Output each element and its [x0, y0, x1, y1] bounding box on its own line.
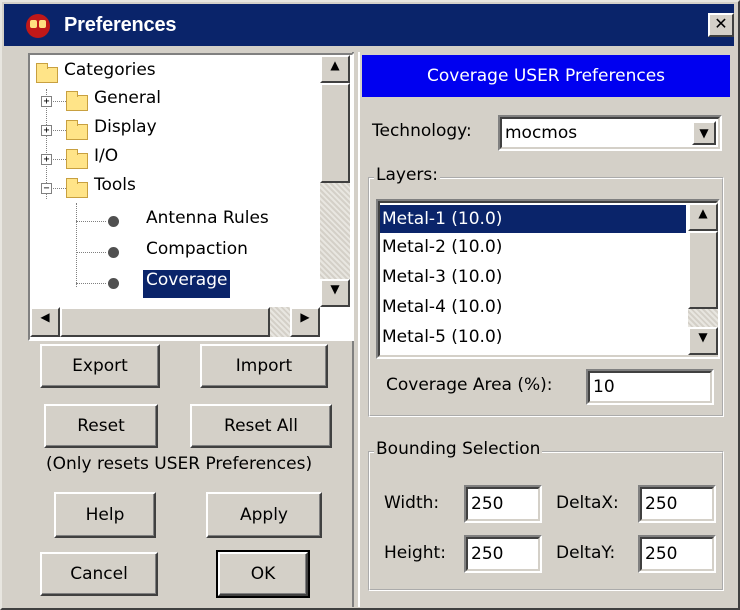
width-input[interactable]: 250 — [466, 487, 540, 521]
tree-item-antenna-rules[interactable]: Antenna Rules — [146, 208, 269, 236]
folder-icon — [66, 120, 88, 140]
close-icon: ✕ — [714, 14, 728, 33]
reset-note: (Only resets USER Preferences) — [46, 454, 313, 474]
coverage-area-field[interactable]: 10 — [586, 369, 714, 405]
help-button[interactable]: Help — [54, 492, 156, 538]
leaf-dot-icon — [108, 247, 119, 258]
height-label: Height: — [384, 543, 446, 563]
scroll-thumb[interactable] — [688, 231, 718, 309]
chevron-down-icon: ▼ — [699, 126, 709, 140]
tree-item-display[interactable]: Display — [94, 117, 157, 145]
tree-item-general[interactable]: General — [94, 88, 161, 116]
ok-button[interactable]: OK — [216, 550, 310, 598]
tree-connector — [76, 203, 77, 287]
deltax-field[interactable]: 250 — [638, 485, 716, 523]
leaf-dot-icon — [108, 216, 119, 227]
technology-label: Technology: — [372, 121, 472, 141]
folder-icon — [66, 178, 88, 198]
apply-button[interactable]: Apply — [206, 492, 322, 538]
scroll-right-button[interactable]: ▶ — [290, 307, 320, 337]
tree-item-io[interactable]: I/O — [94, 146, 118, 174]
tree-connector — [76, 252, 106, 253]
tree-connector — [76, 221, 106, 222]
layers-list-frame: Metal-1 (10.0) Metal-2 (10.0) Metal-3 (1… — [376, 199, 720, 359]
tree-connector — [76, 283, 106, 284]
import-button[interactable]: Import — [200, 344, 328, 388]
export-button[interactable]: Export — [40, 344, 160, 388]
layer-item[interactable]: Metal-5 (10.0) — [380, 323, 502, 351]
deltay-input[interactable]: 250 — [640, 537, 714, 571]
expand-icon[interactable]: + — [41, 125, 52, 136]
scroll-down-button[interactable]: ▼ — [320, 279, 350, 307]
coverage-area-label: Coverage Area (%): — [386, 375, 553, 395]
arrow-right-icon: ▶ — [300, 310, 310, 324]
arrow-down-icon: ▼ — [330, 282, 340, 296]
tree-item-compaction[interactable]: Compaction — [146, 239, 248, 267]
cancel-button[interactable]: Cancel — [40, 552, 158, 596]
arrow-up-icon: ▲ — [330, 58, 340, 72]
scroll-thumb[interactable] — [60, 307, 270, 337]
close-button[interactable]: ✕ — [708, 13, 734, 37]
deltay-label: DeltaY: — [556, 543, 616, 563]
expand-icon[interactable]: + — [41, 154, 52, 165]
layers-list[interactable]: Metal-1 (10.0) Metal-2 (10.0) Metal-3 (1… — [378, 201, 718, 357]
width-field[interactable]: 250 — [464, 485, 542, 523]
scroll-thumb[interactable] — [320, 83, 350, 183]
reset-button[interactable]: Reset — [44, 404, 158, 448]
height-input[interactable]: 250 — [466, 537, 540, 571]
window-title: Preferences — [64, 14, 177, 36]
leaf-dot-icon — [108, 278, 119, 289]
technology-value[interactable]: mocmos — [500, 117, 720, 149]
scroll-left-button[interactable]: ◀ — [30, 307, 60, 337]
tree-item-coverage[interactable]: Coverage — [143, 270, 231, 298]
scroll-up-button[interactable]: ▲ — [688, 203, 718, 231]
expand-icon[interactable]: + — [41, 96, 52, 107]
tree-item-tools[interactable]: Tools — [94, 175, 136, 203]
width-label: Width: — [384, 493, 440, 513]
title-bar[interactable]: Preferences ✕ — [4, 4, 734, 46]
coverage-area-input[interactable]: 10 — [588, 371, 712, 403]
layer-item[interactable]: Metal-2 (10.0) — [380, 233, 502, 261]
coverage-preferences-panel: Coverage USER Preferences Technology: mo… — [362, 55, 730, 603]
deltax-label: DeltaX: — [556, 493, 619, 513]
collapse-icon[interactable]: − — [41, 183, 52, 194]
layer-item-selected[interactable]: Metal-1 (10.0) — [380, 205, 686, 233]
layers-group-title: Layers: — [374, 165, 440, 185]
reset-all-button[interactable]: Reset All — [190, 404, 332, 448]
deltay-field[interactable]: 250 — [638, 535, 716, 573]
layer-item[interactable]: Metal-4 (10.0) — [380, 293, 502, 321]
height-field[interactable]: 250 — [464, 535, 542, 573]
scroll-up-button[interactable]: ▲ — [320, 55, 350, 83]
arrow-up-icon: ▲ — [698, 206, 708, 220]
tree-item-categories[interactable]: Categories — [64, 60, 156, 88]
folder-icon — [36, 63, 58, 83]
app-icon — [26, 14, 50, 38]
layer-item[interactable]: Metal-3 (10.0) — [380, 263, 502, 291]
folder-icon — [66, 91, 88, 111]
scroll-down-button[interactable]: ▼ — [688, 327, 718, 355]
panel-header: Coverage USER Preferences — [362, 55, 730, 97]
arrow-down-icon: ▼ — [698, 330, 708, 344]
category-tree[interactable]: Categories + General + Display + I/O − T… — [30, 55, 352, 339]
dropdown-button[interactable]: ▼ — [692, 121, 716, 145]
folder-icon — [66, 149, 88, 169]
deltax-input[interactable]: 250 — [640, 487, 714, 521]
technology-combo[interactable]: mocmos ▼ — [498, 115, 722, 151]
bounding-group-title: Bounding Selection — [374, 439, 543, 459]
arrow-left-icon: ◀ — [40, 310, 50, 324]
